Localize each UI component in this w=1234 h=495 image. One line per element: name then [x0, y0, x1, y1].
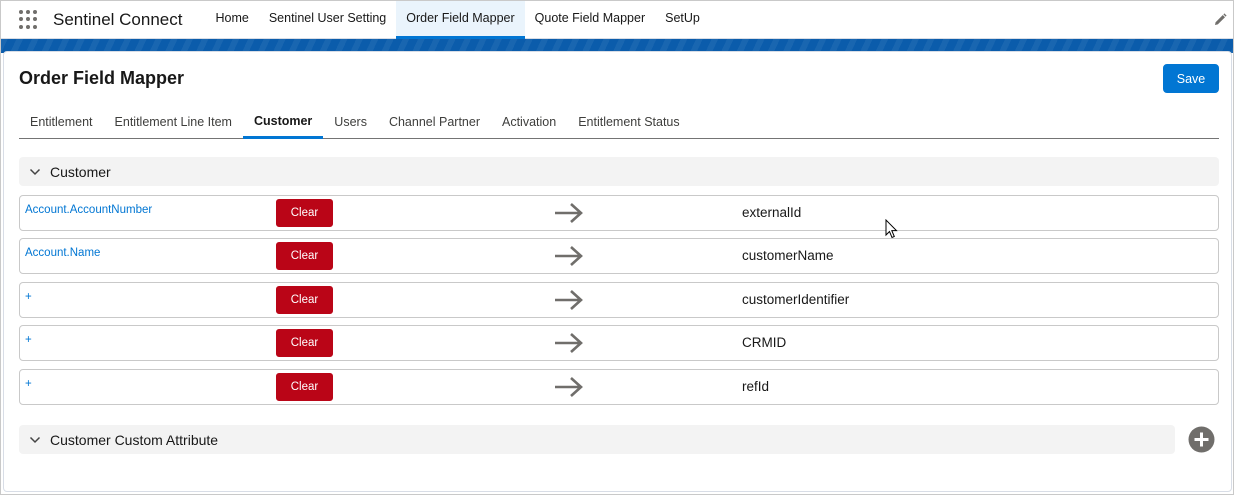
target-field: refId	[742, 379, 770, 394]
clear-button[interactable]: Clear	[276, 329, 333, 357]
tab-activation[interactable]: Activation	[491, 106, 567, 139]
mapping-row: Account.AccountNumber Clear externalId	[19, 195, 1219, 231]
tab-entitlement-line-item[interactable]: Entitlement Line Item	[104, 106, 243, 139]
nav-item-setup[interactable]: SetUp	[655, 1, 710, 39]
nav-item-sentinel-user-setting[interactable]: Sentinel User Setting	[259, 1, 396, 39]
arrow-right-icon	[555, 377, 583, 397]
section-header-customer[interactable]: Customer	[19, 157, 1219, 186]
tab-entitlement-status[interactable]: Entitlement Status	[567, 106, 690, 139]
section-title: Customer	[50, 163, 111, 180]
arrow-right-icon	[555, 246, 583, 266]
clear-button[interactable]: Clear	[276, 199, 333, 227]
main-card: Order Field Mapper Save Entitlement Enti…	[3, 51, 1232, 492]
waffle-icon[interactable]	[19, 9, 39, 30]
section-header-customer-custom-attribute[interactable]: Customer Custom Attribute	[19, 425, 1175, 454]
mapping-row: Account.Name Clear customerName	[19, 238, 1219, 274]
mapping-row: + Clear refId	[19, 369, 1219, 405]
clear-button[interactable]: Clear	[276, 286, 333, 314]
source-field-link[interactable]: Account.AccountNumber	[25, 204, 152, 216]
source-field-link[interactable]: Account.Name	[25, 247, 100, 259]
add-source-field-link[interactable]: +	[25, 334, 32, 346]
nav-item-quote-field-mapper[interactable]: Quote Field Mapper	[525, 1, 655, 39]
tab-entitlement[interactable]: Entitlement	[19, 106, 104, 139]
app-name: Sentinel Connect	[53, 9, 183, 29]
target-field: customerIdentifier	[742, 292, 850, 307]
add-circle-icon[interactable]	[1188, 426, 1215, 453]
clear-button[interactable]: Clear	[276, 373, 333, 401]
object-tabs: Entitlement Entitlement Line Item Custom…	[19, 106, 1219, 139]
pencil-icon[interactable]	[1213, 13, 1227, 27]
tab-channel-partner[interactable]: Channel Partner	[378, 106, 491, 139]
arrow-right-icon	[555, 290, 583, 310]
save-button[interactable]: Save	[1163, 64, 1219, 93]
add-source-field-link[interactable]: +	[25, 378, 32, 390]
clear-button[interactable]: Clear	[276, 242, 333, 270]
tab-customer[interactable]: Customer	[242, 106, 324, 139]
page-title: Order Field Mapper	[19, 68, 185, 88]
chevron-down-icon	[29, 168, 41, 175]
target-field: CRMID	[742, 335, 787, 350]
arrow-right-icon	[555, 203, 583, 223]
tab-users[interactable]: Users	[323, 106, 378, 139]
section-title: Customer Custom Attribute	[50, 431, 219, 448]
global-nav-bar: Sentinel Connect Home Sentinel User Sett…	[1, 1, 1233, 39]
mapping-row: + Clear customerIdentifier	[19, 282, 1219, 318]
nav-item-order-field-mapper[interactable]: Order Field Mapper	[396, 1, 525, 39]
add-source-field-link[interactable]: +	[25, 291, 32, 303]
nav-tabs: Home Sentinel User Setting Order Field M…	[205, 1, 709, 39]
arrow-right-icon	[555, 333, 583, 353]
app-window: Sentinel Connect Home Sentinel User Sett…	[0, 0, 1234, 495]
chevron-down-icon	[29, 436, 41, 443]
nav-item-home[interactable]: Home	[205, 1, 258, 39]
mapping-row: + Clear CRMID	[19, 325, 1219, 361]
target-field: externalId	[742, 205, 802, 220]
target-field: customerName	[742, 248, 834, 263]
